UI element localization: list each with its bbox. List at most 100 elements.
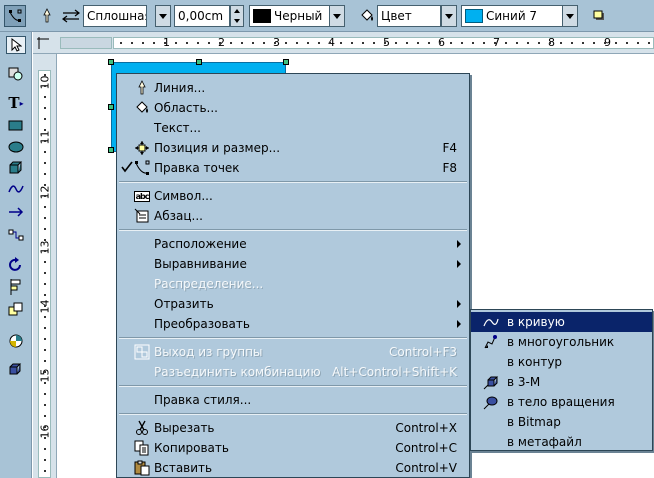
selection-handle[interactable]: [108, 147, 114, 153]
rotate-icon[interactable]: [6, 256, 26, 274]
effects-icon[interactable]: [6, 332, 26, 350]
ruler-tick: [44, 85, 46, 87]
line-width-input[interactable]: 0,00cm: [174, 5, 230, 27]
selection-handle[interactable]: [283, 59, 289, 65]
submenu-item-to-metafile[interactable]: в метафайл: [471, 432, 652, 452]
ruler-tick: [373, 42, 375, 44]
ruler-tick: [197, 42, 199, 44]
exit-group-icon: [134, 344, 150, 360]
ruler-tick: [44, 107, 46, 109]
area-color-dropdown-button[interactable]: [562, 5, 578, 27]
ruler-tick: [44, 74, 46, 76]
scissors-icon: [134, 420, 150, 436]
menu-item-character[interactable]: abc Символ...: [117, 186, 469, 206]
menu-item-paste[interactable]: Вставить Control+V: [117, 458, 469, 478]
arrange-icon[interactable]: [6, 300, 26, 318]
polygon-icon: [483, 334, 499, 350]
ruler-tick: [615, 42, 617, 44]
submenu-item-to-bitmap[interactable]: в Bitmap: [471, 412, 652, 432]
object-bar: Сплошная 0,00cm Черный Цвет Синий 7: [0, 0, 654, 32]
submenu-item-label: в контур: [507, 355, 563, 369]
submenu-arrow-icon: [457, 240, 461, 248]
paint-bucket-icon[interactable]: [356, 5, 378, 27]
submenu-item-to-contour[interactable]: в контур: [471, 352, 652, 372]
rectangle-tool-icon[interactable]: [6, 117, 26, 135]
alignment-icon[interactable]: [6, 278, 26, 296]
3d-objects-icon[interactable]: [6, 159, 26, 177]
shadow-icon[interactable]: [588, 5, 610, 27]
menu-item-cut[interactable]: Вырезать Control+X: [117, 418, 469, 438]
menu-item-convert[interactable]: Преобразовать: [117, 314, 469, 334]
ruler-tick: [626, 42, 628, 44]
points-edit-icon[interactable]: [4, 5, 26, 27]
ruler-tick: [461, 42, 463, 44]
copy-icon: [134, 440, 150, 456]
connector-icon[interactable]: [6, 226, 26, 244]
menu-item-area[interactable]: Область...: [117, 98, 469, 118]
select-arrow-icon[interactable]: [6, 36, 26, 54]
menu-item-paragraph[interactable]: Абзац...: [117, 206, 469, 226]
menu-item-label: Копировать: [154, 441, 229, 455]
line-style-select[interactable]: Сплошная: [83, 5, 147, 27]
ruler-tick: [340, 42, 342, 44]
ruler-tick: [571, 42, 573, 44]
arrow-style-icon[interactable]: [60, 5, 82, 27]
menu-item-arrange[interactable]: Расположение: [117, 234, 469, 254]
ruler-tick: [417, 42, 419, 44]
menu-item-edit-style[interactable]: Правка стиля...: [117, 390, 469, 410]
line-color-dropdown-button[interactable]: [329, 5, 345, 27]
checkmark-icon: [121, 161, 133, 176]
area-style-dropdown-button[interactable]: [441, 5, 457, 27]
ruler-tick: [44, 96, 46, 98]
menu-item-shortcut: Control+X: [395, 421, 457, 435]
line-style-dropdown-button[interactable]: [155, 5, 171, 27]
zoom-icon[interactable]: [6, 65, 26, 83]
submenu-item-to-3d[interactable]: в 3-М: [471, 372, 652, 392]
submenu-item-label: в Bitmap: [507, 415, 561, 429]
ruler-tick: [186, 42, 188, 44]
menu-separator: [119, 229, 467, 231]
menu-item-alignment[interactable]: Выравнивание: [117, 254, 469, 274]
ruler-tick: [44, 228, 46, 230]
curve-tool-icon[interactable]: [6, 180, 26, 198]
ruler-tick: [44, 382, 46, 384]
3d-controller-icon[interactable]: [6, 360, 26, 378]
menu-item-shortcut: Control+C: [395, 441, 457, 455]
menu-item-line[interactable]: Линия...: [117, 78, 469, 98]
ruler-tick: [219, 42, 221, 44]
ruler-tick: [230, 42, 232, 44]
area-style-select[interactable]: Цвет: [377, 5, 441, 27]
line-width-stepper[interactable]: [230, 5, 244, 27]
ruler-tick: [44, 162, 46, 164]
ruler-tick: [44, 437, 46, 439]
ruler-tick: [428, 42, 430, 44]
ruler-tick: [516, 42, 518, 44]
submenu-item-to-rotation-body[interactable]: в тело вращения: [471, 392, 652, 412]
text-tool-icon[interactable]: T ▸: [6, 94, 26, 112]
ruler-origin-icon[interactable]: [36, 36, 50, 50]
submenu-arrow-icon: [457, 300, 461, 308]
ruler-tick: [131, 42, 133, 44]
ellipse-tool-icon[interactable]: [6, 138, 26, 156]
menu-item-distribution: Распределение...: [117, 274, 469, 294]
line-icon[interactable]: [36, 5, 58, 27]
menu-item-label: Абзац...: [154, 209, 203, 223]
menu-item-copy[interactable]: Копировать Control+C: [117, 438, 469, 458]
submenu-item-to-polygon[interactable]: в многоугольник: [471, 332, 652, 352]
ruler-tick: [44, 140, 46, 142]
lines-arrows-icon[interactable]: [6, 203, 26, 221]
selection-handle[interactable]: [196, 59, 202, 65]
ruler-tick: [44, 184, 46, 186]
menu-item-flip[interactable]: Отразить: [117, 294, 469, 314]
submenu-item-to-curve[interactable]: в кривую: [471, 312, 652, 332]
menu-item-label: Отразить: [154, 297, 214, 311]
selection-handle[interactable]: [108, 59, 114, 65]
ruler-tick: [44, 327, 46, 329]
ruler-tick: [549, 42, 551, 44]
selection-handle[interactable]: [108, 104, 114, 110]
ruler-tick: [44, 459, 46, 461]
menu-item-text[interactable]: Текст...: [117, 118, 469, 138]
menu-item-position-size[interactable]: Позиция и размер... F4: [117, 138, 469, 158]
paragraph-icon: [134, 208, 150, 224]
menu-item-edit-points[interactable]: Правка точек F8: [117, 158, 469, 178]
